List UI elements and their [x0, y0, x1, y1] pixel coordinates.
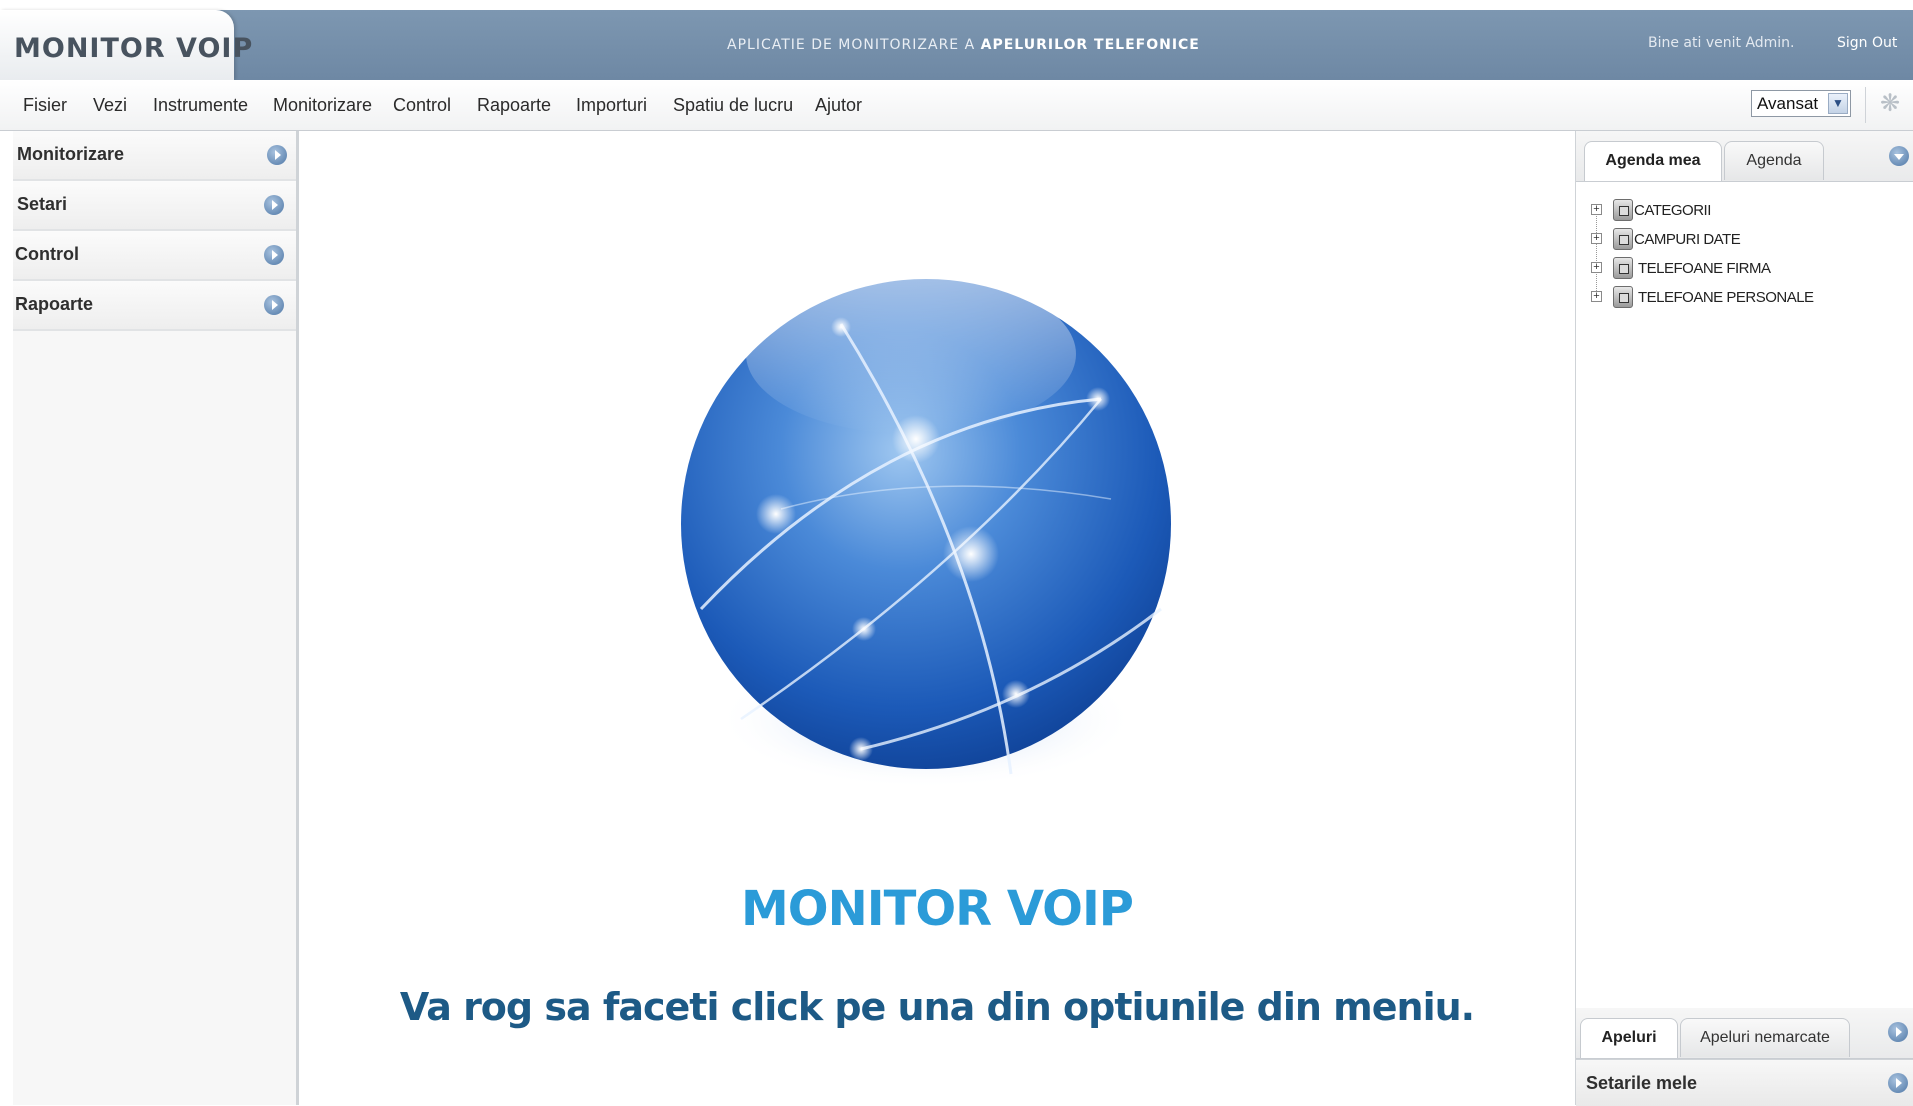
folder-node-icon: [1613, 199, 1633, 221]
welcome-text: Bine ati venit Admin.: [1648, 35, 1795, 51]
globe-logo: [681, 274, 1171, 789]
sidebar-item-label: Rapoarte: [15, 294, 94, 314]
sidebar-item-rapoarte[interactable]: Rapoarte: [13, 281, 296, 331]
instruction-text: Va rog sa faceti click pe una din optiun…: [399, 985, 1475, 1029]
main-content: MONITOR VOIP Va rog sa faceti click pe u…: [299, 131, 1575, 1105]
tree-guide-line: [1596, 209, 1598, 293]
tab-agenda[interactable]: Agenda: [1724, 141, 1824, 180]
app-subtitle: APLICATIE DE MONITORIZARE A APELURILOR T…: [727, 37, 1200, 53]
tab-agenda-mea[interactable]: Agenda mea: [1584, 141, 1722, 181]
arrow-right-icon[interactable]: [267, 145, 287, 165]
menu-monitorizare[interactable]: Monitorizare: [273, 95, 372, 116]
tree-node-label: TELEFOANE PERSONALE: [1638, 289, 1814, 306]
tree-node-label: CAMPURI DATE: [1634, 231, 1741, 248]
calls-tabstrip: Apeluri Apeluri nemarcate: [1576, 1008, 1913, 1059]
toolbar-divider: [1865, 87, 1866, 123]
sign-out-link[interactable]: Sign Out: [1837, 35, 1897, 51]
brand-title: MONITOR VOIP: [741, 881, 1134, 937]
left-sidebar: Monitorizare Setari Control Rapoarte: [13, 131, 299, 1105]
menu-control[interactable]: Control: [393, 95, 451, 116]
settings-label: Setarile mele: [1586, 1073, 1698, 1093]
mode-select[interactable]: Avansat ▼: [1751, 90, 1851, 117]
menu-instrumente[interactable]: Instrumente: [153, 95, 248, 116]
collapse-panel-icon[interactable]: [1889, 146, 1909, 166]
tab-apeluri[interactable]: Apeluri: [1580, 1018, 1678, 1058]
agenda-tabstrip: Agenda mea Agenda: [1576, 131, 1913, 182]
menu-fisier[interactable]: Fisier: [23, 95, 67, 116]
menu-spatiu-de-lucru[interactable]: Spatiu de lucru: [673, 95, 793, 116]
sidebar-item-label: Setari: [17, 194, 68, 214]
menu-importuri[interactable]: Importuri: [576, 95, 647, 116]
tree-node-label: CATEGORII: [1634, 202, 1711, 219]
expand-plus-icon[interactable]: +: [1591, 233, 1602, 244]
expand-plus-icon[interactable]: +: [1591, 204, 1602, 215]
tab-apeluri-nemarcate[interactable]: Apeluri nemarcate: [1680, 1018, 1850, 1057]
menu-ajutor[interactable]: Ajutor: [815, 95, 862, 116]
sidebar-item-label: Monitorizare: [17, 144, 125, 164]
menu-vezi[interactable]: Vezi: [93, 95, 127, 116]
subtitle-bold: APELURILOR TELEFONICE: [980, 37, 1200, 53]
sidebar-item-monitorizare[interactable]: Monitorizare: [13, 131, 296, 181]
loading-spinner-icon: ❋: [1880, 90, 1901, 117]
folder-node-icon: [1613, 286, 1633, 308]
app-logo: MONITOR VOIP: [14, 33, 254, 64]
mode-select-value: Avansat: [1757, 94, 1819, 113]
menubar: Fisier Vezi Instrumente Monitorizare Con…: [0, 80, 1913, 131]
arrow-right-icon[interactable]: [1888, 1022, 1908, 1042]
arrow-right-icon[interactable]: [264, 245, 284, 265]
sidebar-item-label: Control: [15, 244, 79, 264]
expand-plus-icon[interactable]: +: [1591, 262, 1602, 273]
expand-plus-icon[interactable]: +: [1591, 291, 1602, 302]
sidebar-item-control[interactable]: Control: [13, 231, 296, 281]
chevron-down-icon[interactable]: ▼: [1828, 93, 1848, 114]
folder-node-icon: [1613, 257, 1633, 279]
tree-node-label: TELEFOANE FIRMA: [1638, 260, 1771, 277]
sidebar-item-setari[interactable]: Setari: [13, 181, 296, 231]
menu-rapoarte[interactable]: Rapoarte: [477, 95, 551, 116]
arrow-right-icon[interactable]: [1888, 1073, 1908, 1093]
right-panel: Agenda mea Agenda + CATEGORII + CAMPURI …: [1575, 131, 1913, 1106]
arrow-right-icon[interactable]: [264, 295, 284, 315]
arrow-right-icon[interactable]: [264, 195, 284, 215]
setarile-mele-bar[interactable]: Setarile mele: [1576, 1059, 1913, 1106]
folder-node-icon: [1613, 228, 1633, 250]
subtitle-prefix: APLICATIE DE MONITORIZARE A: [727, 37, 981, 53]
